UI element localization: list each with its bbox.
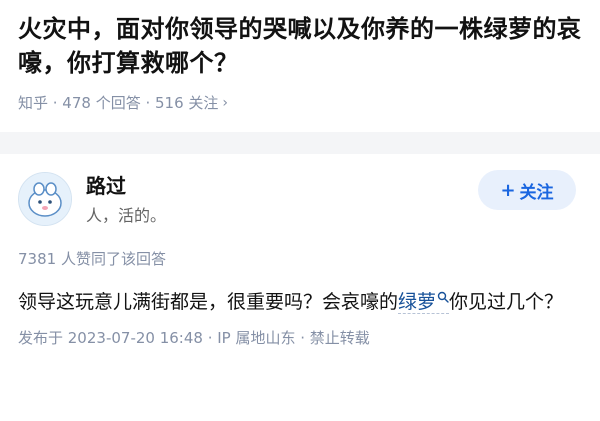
avatar-image bbox=[19, 173, 71, 225]
answer-content: 领导这玩意儿满街都是，很重要吗？会哀嚎的绿萝 你见过几个？ bbox=[18, 285, 582, 319]
search-icon bbox=[437, 291, 449, 303]
avatar[interactable] bbox=[18, 172, 72, 226]
author-row: 路过 人，活的。 + 关注 bbox=[18, 168, 582, 232]
plus-icon: + bbox=[500, 179, 516, 201]
likes-count: 7381 人赞同了该回答 bbox=[18, 250, 166, 268]
publish-info: 发布于 2023-07-20 16:48 · IP 属地山东 · 禁止转载 bbox=[18, 329, 370, 347]
author-name[interactable]: 路过 bbox=[86, 170, 126, 199]
follow-button[interactable]: + 关注 bbox=[478, 170, 576, 210]
answer-text-part1: 领导这玩意儿满街都是，很重要吗？会哀嚎的 bbox=[18, 291, 399, 313]
answer-card: 路过 人，活的。 + 关注 7381 人赞同了该回答 领导这玩意儿满街都是，很重… bbox=[0, 154, 600, 348]
question-header: 火灾中，面对你领导的哭喊以及你养的一株绿萝的哀嚎，你打算救哪个？ 知乎 · 47… bbox=[0, 0, 600, 132]
question-title[interactable]: 火灾中，面对你领导的哭喊以及你养的一株绿萝的哀嚎，你打算救哪个？ bbox=[18, 12, 582, 80]
author-bio: 人，活的。 bbox=[86, 206, 167, 225]
keyword-link[interactable]: 绿萝 bbox=[398, 291, 450, 314]
keyword-text: 绿萝 bbox=[398, 291, 437, 313]
answer-text-part2: 你见过几个？ bbox=[449, 291, 564, 313]
section-divider bbox=[0, 132, 600, 154]
chevron-right-icon: › bbox=[222, 94, 229, 111]
follow-button-label: 关注 bbox=[519, 182, 554, 203]
question-meta-text: 知乎 · 478 个回答 · 516 关注 bbox=[18, 94, 219, 112]
question-meta[interactable]: 知乎 · 478 个回答 · 516 关注 › bbox=[18, 92, 582, 113]
zhihu-answer-page: 火灾中，面对你领导的哭喊以及你养的一株绿萝的哀嚎，你打算救哪个？ 知乎 · 47… bbox=[0, 0, 600, 421]
